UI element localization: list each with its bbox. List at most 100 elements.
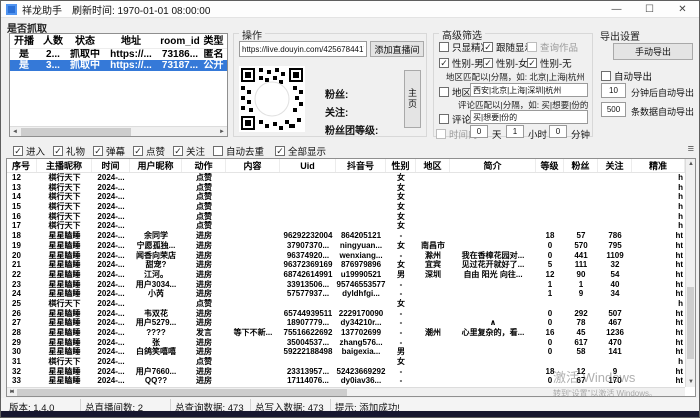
table-row[interactable]: 32星星瞌睡2024-...用户7660...进房23313957...5242… [7, 367, 685, 377]
display-filter-checkbox[interactable]: 点赞 [133, 144, 165, 158]
table-row[interactable]: 28星星瞌睡2024-...????发言等下不新...7551662269213… [7, 328, 685, 338]
display-filter-checkbox[interactable]: 弹幕 [93, 144, 125, 158]
checkbox-region[interactable]: 地区 [439, 85, 471, 99]
display-filter-checkbox[interactable]: 关注 [173, 144, 205, 158]
table-row[interactable]: 13棋行天下2024-...点赞女h [7, 183, 685, 193]
column-header[interactable]: 序号 [7, 159, 37, 172]
home-button[interactable]: 主 页 [404, 70, 421, 128]
table-cell: 点赞 [182, 221, 226, 231]
table-cell: 2024-... [92, 357, 130, 367]
table-row[interactable]: 14棋行天下2024-...点赞女h [7, 192, 685, 202]
room-table-row[interactable]: 是3...抓取中https://...73187...公开 [10, 60, 227, 71]
region-filter-input[interactable] [470, 83, 588, 97]
checkbox-auto-export[interactable]: 自动导出 [601, 69, 652, 83]
table-row[interactable]: 21星星瞌睡2024-...甜宠?进房96372369169876979896女… [7, 260, 685, 270]
room-column-header[interactable]: 状态 [68, 34, 102, 48]
add-room-button[interactable]: 添加直播间 [370, 41, 424, 57]
column-header[interactable]: 时间 [92, 159, 130, 172]
room-table-hscrollbar[interactable]: ◄ ► [10, 126, 227, 136]
table-row[interactable]: 17棋行天下2024-...点赞女h [7, 221, 685, 231]
table-cell: 24 [7, 289, 37, 299]
table-row[interactable]: 31棋行天下2024-...点赞女h [7, 357, 685, 367]
scroll-up-icon[interactable]: ▲ [686, 159, 696, 169]
main-table-hscrollbar[interactable]: ◄ ► [7, 387, 685, 396]
table-row[interactable]: 16棋行天下2024-...点赞女h [7, 212, 685, 222]
checkbox-gender-none[interactable]: 性别-无 [527, 56, 572, 70]
column-header[interactable]: 性别 [386, 159, 416, 172]
checkbox-gender-female[interactable]: 性别-女 [483, 56, 528, 70]
table-row[interactable]: 30星星瞌睡2024-...白鸽笑嘻嘻进房59222188498baigexia… [7, 347, 685, 357]
table-cell: 点赞 [182, 357, 226, 367]
minimize-icon[interactable]: — [600, 1, 633, 17]
scroll-right-icon[interactable]: ► [7, 388, 17, 397]
column-header[interactable]: 等级 [536, 159, 564, 172]
export-minutes-input[interactable] [601, 83, 626, 98]
column-header[interactable]: 抖音号 [336, 159, 386, 172]
checkbox-label: 性别-女 [496, 56, 528, 70]
table-cell: 470 [598, 338, 632, 348]
scroll-left-icon[interactable]: ◄ [10, 127, 20, 137]
close-icon[interactable]: ✕ [666, 1, 699, 17]
table-row[interactable]: 15棋行天下2024-...点赞女h [7, 202, 685, 212]
display-filter-checkbox[interactable]: 礼物 [53, 144, 85, 158]
room-column-header[interactable]: 地址 [102, 34, 160, 48]
table-row[interactable]: 25棋行天下2024-...点赞女h [7, 299, 685, 309]
menu-icon[interactable]: ≡ [688, 143, 694, 155]
table-cell: 26 [7, 309, 37, 319]
room-table-row[interactable]: 是2...抓取中https://...73186...匿名 [10, 49, 227, 60]
scrollbar-thumb[interactable] [687, 287, 694, 359]
scroll-right-icon[interactable]: ► [217, 127, 227, 137]
column-header[interactable]: 内容 [226, 159, 280, 172]
table-row[interactable]: 33星星瞌睡2024-...QQ??进房17114076...dy0iav36.… [7, 376, 685, 386]
column-header[interactable]: 简介 [450, 159, 536, 172]
checkbox-comment[interactable]: 评论 [439, 112, 471, 126]
manual-export-button[interactable]: 手动导出 [613, 43, 693, 60]
column-header[interactable]: Uid [280, 159, 336, 172]
table-row[interactable]: 26星星瞌睡2024-...韦双花进房657449395112229170090… [7, 309, 685, 319]
table-cell: h [632, 299, 685, 309]
table-row[interactable]: 24星星瞌睡2024-...小芮进房57577937...dyldhfgi...… [7, 289, 685, 299]
table-row[interactable]: 22星星瞌睡2024-...江河。进房68742614991u19990521男… [7, 270, 685, 280]
checkbox-query-works[interactable]: 查询作品 [527, 40, 578, 54]
column-header[interactable]: 精准 [632, 159, 685, 172]
room-column-header[interactable]: 人数 [38, 34, 68, 48]
table-cell: ht [632, 338, 685, 348]
table-cell: 自由 阳光 向往... [450, 270, 536, 280]
display-filter-checkbox[interactable]: 自动去重 [213, 144, 264, 158]
column-header[interactable]: 关注 [598, 159, 632, 172]
export-count-input[interactable] [601, 102, 626, 117]
table-cell [564, 357, 598, 367]
table-row[interactable]: 19星星瞌睡2024-...宁愿孤独...进房37907370...ningyu… [7, 241, 685, 251]
checkbox-gender-male[interactable]: 性别-男 [439, 56, 484, 70]
hours-input[interactable] [506, 125, 524, 138]
room-column-header[interactable]: 开播 [10, 34, 38, 48]
table-cell: 2024-... [92, 347, 130, 357]
room-column-header[interactable]: room_id [160, 34, 200, 48]
table-row[interactable]: 27星星瞌睡2024-...用户5279...进房18907779...dy34… [7, 318, 685, 328]
scrollbar-thumb[interactable] [17, 389, 347, 396]
table-row[interactable]: 12棋行天下2024-...点赞女h [7, 173, 685, 183]
column-header[interactable]: 地区 [416, 159, 450, 172]
table-cell: 68742614991 [280, 270, 336, 280]
column-header[interactable]: 动作 [182, 159, 226, 172]
room-column-header[interactable]: 类型 [200, 34, 227, 48]
column-header[interactable]: 粉丝 [564, 159, 598, 172]
maximize-icon[interactable]: ☐ [633, 1, 666, 17]
live-url-input[interactable] [239, 41, 367, 57]
table-cell: 75516622692 [280, 328, 336, 338]
comment-filter-input[interactable] [470, 110, 588, 124]
days-input[interactable] [470, 125, 488, 138]
table-row[interactable]: 23星星瞌睡2024-...用户3034...进房33913506...9574… [7, 280, 685, 290]
column-header[interactable]: 主播昵称 [37, 159, 92, 172]
scroll-down-icon[interactable]: ▼ [686, 377, 696, 387]
display-filter-checkbox[interactable]: 进入 [13, 144, 45, 158]
scrollbar-thumb[interactable] [21, 128, 131, 136]
column-header[interactable]: 用户昵称 [130, 159, 182, 172]
main-table-vscrollbar[interactable]: ▲ ▼ [685, 159, 695, 387]
minutes-input[interactable] [549, 125, 567, 138]
table-row[interactable]: 29星星瞌睡2024-...张进房35004537...zhang576...-… [7, 338, 685, 348]
display-filter-checkbox[interactable]: 全部显示 [275, 144, 326, 158]
table-row[interactable]: 18星星瞌睡2024-...余同学进房96292232004864205121-… [7, 231, 685, 241]
table-row[interactable]: 20星星瞌睡2024-...闻香向荣店进房96374920...wenxiang… [7, 251, 685, 261]
table-cell: 15 [7, 202, 37, 212]
